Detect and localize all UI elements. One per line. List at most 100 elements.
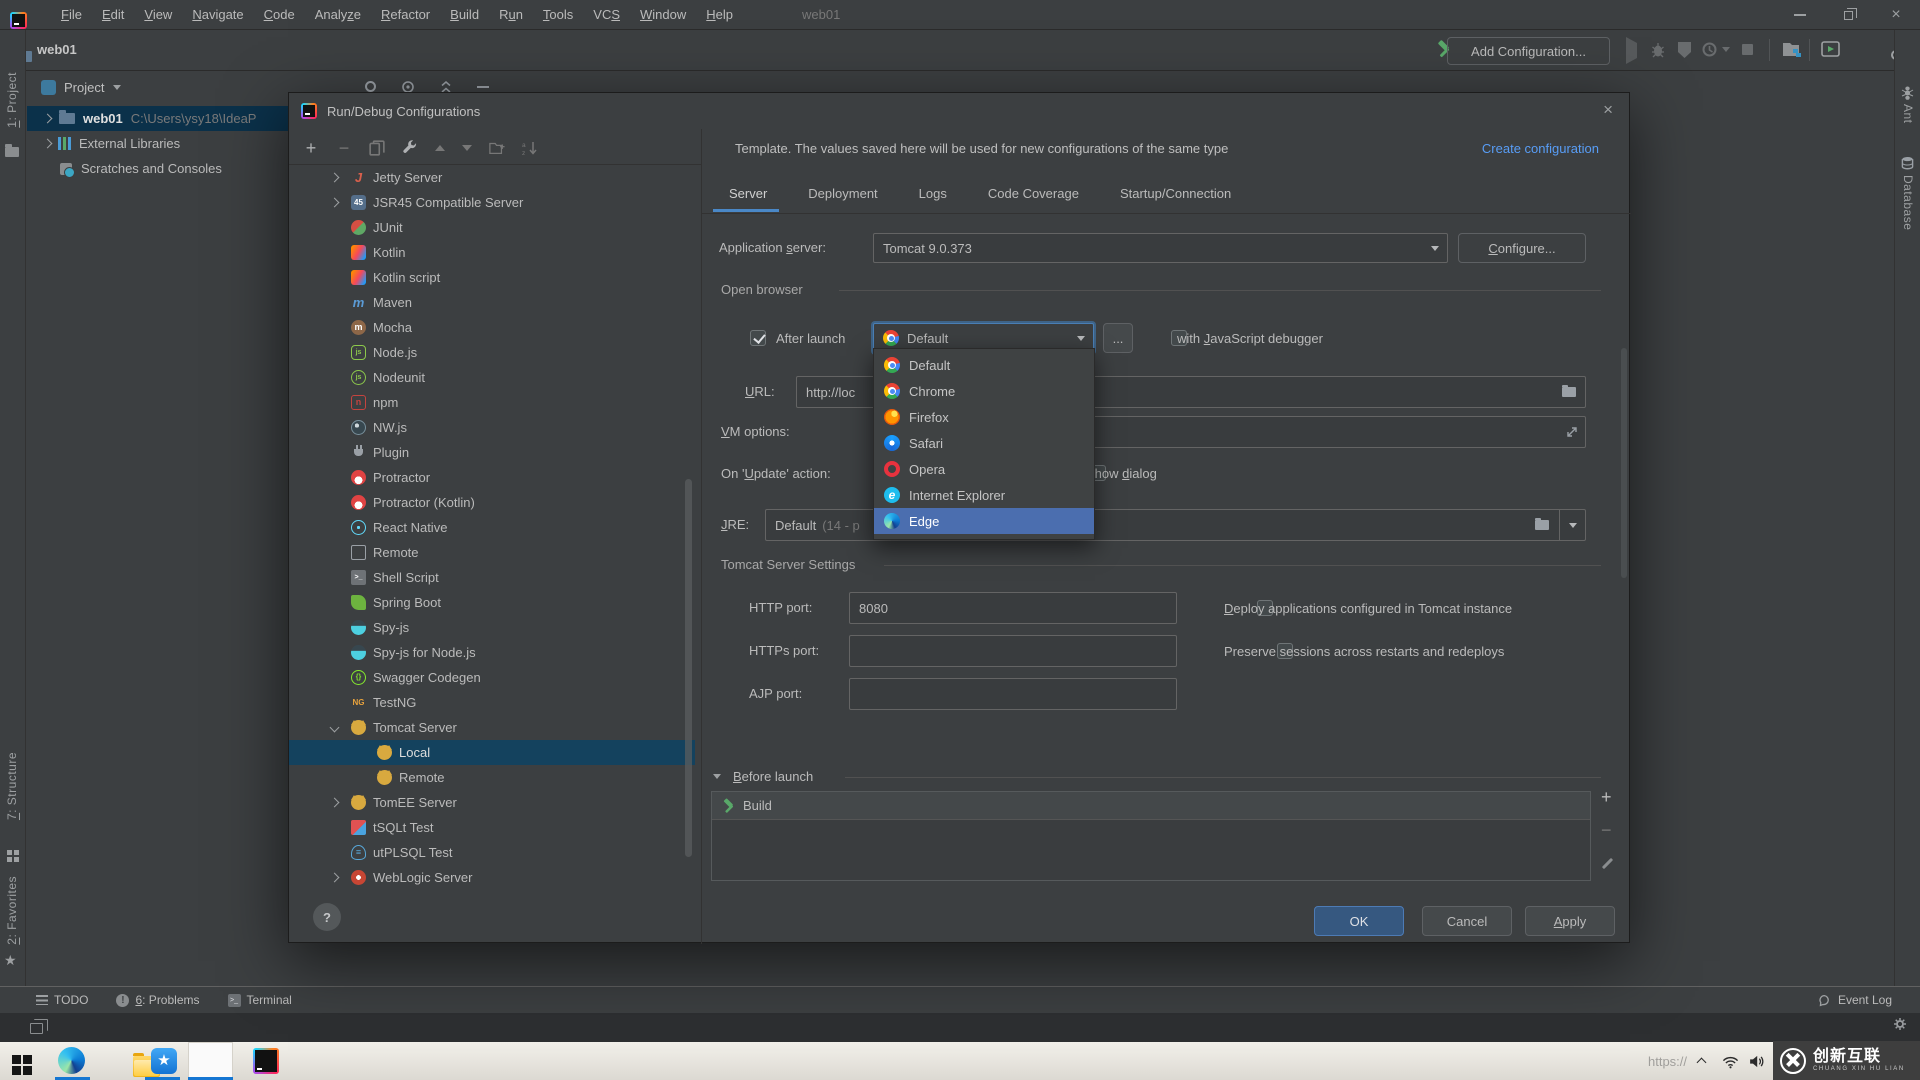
hide-panel-icon[interactable] bbox=[477, 86, 489, 88]
profiler-dropdown-icon[interactable] bbox=[1722, 47, 1730, 52]
volume-icon[interactable] bbox=[1748, 1054, 1765, 1069]
move-down-icon[interactable] bbox=[462, 145, 472, 151]
statusbar-terminal[interactable]: >_ Terminal bbox=[227, 993, 292, 1007]
project-structure-icon[interactable] bbox=[1782, 40, 1803, 59]
browse-folder-icon[interactable] bbox=[1535, 517, 1549, 530]
apply-button[interactable]: Apply bbox=[1525, 906, 1615, 936]
ajp-port-field[interactable] bbox=[849, 678, 1177, 710]
browse-folder-icon[interactable] bbox=[1562, 384, 1576, 397]
run-window-icon[interactable] bbox=[1821, 41, 1840, 57]
browse-browser-button[interactable]: ... bbox=[1103, 323, 1133, 353]
tree-item-maven[interactable]: m Maven bbox=[289, 290, 695, 315]
expand-icon[interactable] bbox=[1566, 426, 1578, 438]
http-port-field[interactable]: 8080 bbox=[849, 592, 1177, 624]
debug-icon[interactable] bbox=[1650, 41, 1666, 59]
ok-button[interactable]: OK bbox=[1314, 906, 1404, 936]
tree-item-spring-boot[interactable]: Spring Boot bbox=[289, 590, 695, 615]
tray-hidden-icons-chevron[interactable] bbox=[1696, 1057, 1707, 1068]
statusbar-todo[interactable]: TODO bbox=[36, 993, 88, 1007]
run-with-coverage-icon[interactable] bbox=[1677, 41, 1692, 59]
start-button[interactable] bbox=[12, 1055, 33, 1076]
profiler-icon[interactable] bbox=[1702, 42, 1717, 57]
tree-item-swagger-codegen[interactable]: {} Swagger Codegen bbox=[289, 665, 695, 690]
dialog-close-button[interactable]: × bbox=[1603, 101, 1613, 118]
tool-tab-ant[interactable]: Ant bbox=[1901, 104, 1915, 124]
menu-edit[interactable]: Edit bbox=[92, 0, 134, 30]
event-log-button[interactable]: Event Log bbox=[1818, 993, 1892, 1007]
menu-code[interactable]: Code bbox=[254, 0, 305, 30]
edit-templates-wrench-icon[interactable] bbox=[402, 140, 418, 156]
refresh-icon[interactable] bbox=[365, 81, 376, 92]
tree-item-protractor-kotlin-[interactable]: Protractor (Kotlin) bbox=[289, 490, 695, 515]
toolbar-project-name[interactable]: web01 bbox=[37, 42, 77, 57]
remove-task-icon[interactable]: − bbox=[1601, 820, 1612, 841]
tree-item-jetty-server[interactable]: J Jetty Server bbox=[289, 165, 695, 190]
dropdown-option-internet-explorer[interactable]: e Internet Explorer bbox=[874, 482, 1094, 508]
tab-deployment[interactable]: Deployment bbox=[808, 179, 877, 209]
dropdown-option-edge[interactable]: Edge bbox=[874, 508, 1094, 534]
edit-task-icon[interactable] bbox=[1601, 857, 1614, 870]
jre-dropdown-button[interactable] bbox=[1559, 510, 1585, 540]
menu-window[interactable]: Window bbox=[630, 0, 696, 30]
chevron-down-icon[interactable] bbox=[329, 722, 340, 733]
tree-item-tomcat-server[interactable]: Tomcat Server bbox=[289, 715, 695, 740]
tree-item-npm[interactable]: n npm bbox=[289, 390, 695, 415]
stop-button[interactable] bbox=[1742, 44, 1753, 55]
menu-analyze[interactable]: Analyze bbox=[305, 0, 371, 30]
menu-refactor[interactable]: Refactor bbox=[371, 0, 440, 30]
chevron-right-icon[interactable] bbox=[329, 797, 340, 808]
tree-item-tomee-server[interactable]: TomEE Server bbox=[289, 790, 695, 815]
add-task-icon[interactable]: + bbox=[1601, 787, 1612, 808]
before-launch-collapse-icon[interactable] bbox=[713, 774, 721, 779]
https-port-field[interactable] bbox=[849, 635, 1177, 667]
tree-item-remote[interactable]: Remote bbox=[289, 765, 695, 790]
tree-item-weblogic-server[interactable]: WebLogic Server bbox=[289, 865, 695, 890]
add-icon[interactable]: + bbox=[303, 138, 319, 158]
dropdown-option-opera[interactable]: Opera bbox=[874, 456, 1094, 482]
configure-button[interactable]: Configure... bbox=[1458, 233, 1586, 263]
chevron-right-icon[interactable] bbox=[329, 197, 340, 208]
project-panel-title[interactable]: Project bbox=[64, 80, 104, 95]
dropdown-option-safari[interactable]: Safari bbox=[874, 430, 1094, 456]
tree-item-utplsql-test[interactable]: ≡ utPLSQL Test bbox=[289, 840, 695, 865]
move-up-icon[interactable] bbox=[435, 145, 445, 151]
gear-icon[interactable] bbox=[1894, 1018, 1906, 1030]
menu-run[interactable]: Run bbox=[489, 0, 533, 30]
tab-server[interactable]: Server bbox=[729, 179, 767, 209]
chevron-right-icon[interactable] bbox=[329, 172, 340, 183]
stacked-windows-icon[interactable] bbox=[30, 1018, 48, 1034]
tree-item-spy-js-for-node-js[interactable]: Spy-js for Node.js bbox=[289, 640, 695, 665]
tree-item-kotlin-script[interactable]: Kotlin script bbox=[289, 265, 695, 290]
new-folder-icon[interactable] bbox=[489, 140, 505, 156]
add-configuration-button[interactable]: Add Configuration... bbox=[1447, 37, 1610, 65]
taskbar-idea-icon[interactable] bbox=[253, 1048, 280, 1074]
tab-logs[interactable]: Logs bbox=[919, 179, 947, 209]
tab-startup-connection[interactable]: Startup/Connection bbox=[1120, 179, 1231, 209]
tree-item-junit[interactable]: JUnit bbox=[289, 215, 695, 240]
dialog-title-bar[interactable]: Run/Debug Configurations × bbox=[289, 93, 1629, 129]
project-view-dropdown-icon[interactable] bbox=[113, 85, 122, 90]
menu-build[interactable]: Build bbox=[440, 0, 489, 30]
panel-scrollbar[interactable] bbox=[1621, 348, 1627, 578]
menu-navigate[interactable]: Navigate bbox=[182, 0, 253, 30]
copy-icon[interactable] bbox=[369, 140, 385, 156]
tree-item-protractor[interactable]: Protractor bbox=[289, 465, 695, 490]
cancel-button[interactable]: Cancel bbox=[1422, 906, 1512, 936]
tree-item-nw-js[interactable]: NW.js bbox=[289, 415, 695, 440]
create-configuration-link[interactable]: Create configuration bbox=[1482, 141, 1599, 156]
tree-item-spy-js[interactable]: Spy-js bbox=[289, 615, 695, 640]
taskbar-edge-icon[interactable] bbox=[58, 1047, 85, 1074]
tree-item-remote[interactable]: Remote bbox=[289, 540, 695, 565]
sort-alphabetically-icon[interactable]: az bbox=[522, 140, 538, 156]
dropdown-option-firefox[interactable]: Firefox bbox=[874, 404, 1094, 430]
tree-item-mocha[interactable]: m Mocha bbox=[289, 315, 695, 340]
tree-item-testng[interactable]: NG TestNG bbox=[289, 690, 695, 715]
menu-view[interactable]: View bbox=[134, 0, 182, 30]
close-button[interactable]: × bbox=[1872, 0, 1920, 30]
remove-icon[interactable]: − bbox=[336, 138, 352, 158]
help-button[interactable]: ? bbox=[313, 903, 341, 931]
menu-tools[interactable]: Tools bbox=[533, 0, 583, 30]
tool-tab-favorites[interactable]: 2: Favorites bbox=[5, 876, 19, 945]
dropdown-option-default[interactable]: Default bbox=[874, 352, 1094, 378]
tab-code-coverage[interactable]: Code Coverage bbox=[988, 179, 1079, 209]
